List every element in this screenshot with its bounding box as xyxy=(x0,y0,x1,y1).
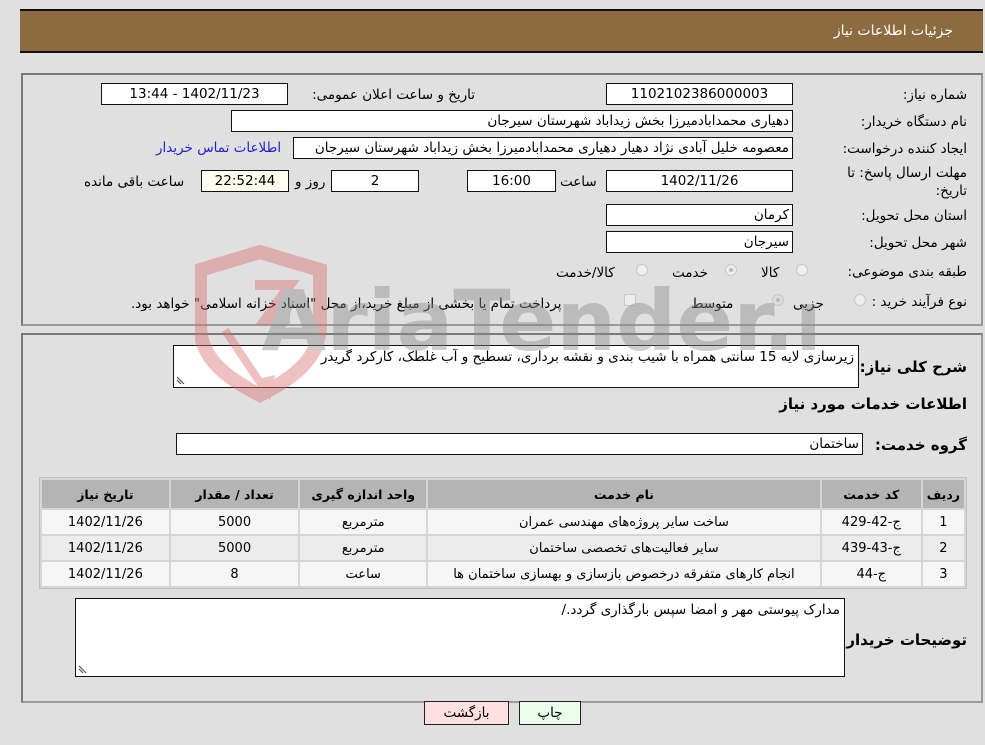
purchase-option-minor: جزیی xyxy=(793,296,824,312)
deadline-time-label: ساعت xyxy=(560,174,597,190)
column-header-need-date: تاریخ نیاز xyxy=(42,480,169,508)
resize-grip-icon[interactable] xyxy=(176,376,185,385)
announce-datetime-field[interactable]: 1402/11/23 - 13:44 xyxy=(101,83,288,105)
page-title: جزئیات اطلاعات نیاز xyxy=(833,23,953,39)
category-radio-goods-service[interactable] xyxy=(636,264,648,276)
category-radio-goods[interactable] xyxy=(796,264,808,276)
purchase-type-label: نوع فرآیند خرید : xyxy=(871,294,967,310)
cell-unit: مترمربع xyxy=(300,536,427,560)
cell-name: سایر فعالیت‌های تخصصی ساختمان xyxy=(428,536,820,560)
print-button[interactable]: چاپ xyxy=(519,701,581,725)
time-remaining-label: ساعت باقی مانده xyxy=(84,174,185,190)
buyer-notes-textarea[interactable]: مدارک پیوستی مهر و امضا سپس بارگذاری گرد… xyxy=(75,598,845,677)
column-header-code: کد خدمت xyxy=(821,480,921,508)
cell-quantity: 5000 xyxy=(170,536,299,560)
cell-row-number: 1 xyxy=(922,510,964,534)
cell-name: انجام کارهای متفرقه درخصوص بازسازی و بهس… xyxy=(428,562,820,586)
cell-code: ج-43-439 xyxy=(821,536,921,560)
city-label: شهر محل تحویل: xyxy=(869,235,967,251)
buyer-notes-label: توضیحات خریدار: xyxy=(840,631,967,649)
need-number-label: شماره نیاز: xyxy=(902,87,967,103)
buyer-org-label: نام دستگاه خریدار: xyxy=(860,114,967,130)
cell-unit: مترمربع xyxy=(300,510,427,534)
purchase-radio-medium[interactable] xyxy=(772,294,784,306)
days-remaining-field[interactable]: 2 xyxy=(331,170,419,192)
services-section-title: اطلاعات خدمات مورد نیاز xyxy=(779,395,967,413)
category-label: طبقه بندی موضوعی: xyxy=(847,264,967,280)
column-header-quantity: تعداد / مقدار xyxy=(170,480,299,508)
cell-quantity: 8 xyxy=(170,562,299,586)
cell-code: ج-44 xyxy=(821,562,921,586)
back-button[interactable]: بازگشت xyxy=(424,701,509,725)
cell-need-date: 1402/11/26 xyxy=(42,562,169,586)
category-radio-service[interactable] xyxy=(725,264,737,276)
cell-need-date: 1402/11/26 xyxy=(42,536,169,560)
cell-row-number: 2 xyxy=(922,536,964,560)
deadline-date-field[interactable]: 1402/11/26 xyxy=(606,170,793,192)
description-label: شرح کلی نیاز: xyxy=(859,358,967,376)
resize-grip-icon[interactable] xyxy=(78,665,87,674)
category-option-goods: کالا xyxy=(761,265,780,281)
deadline-time-field[interactable]: 16:00 xyxy=(467,170,556,192)
purchase-radio-minor[interactable] xyxy=(854,294,866,306)
days-label: روز و xyxy=(295,174,326,190)
province-label: استان محل تحویل: xyxy=(861,208,967,224)
cell-code: ج-42-429 xyxy=(821,510,921,534)
treasury-checkbox[interactable] xyxy=(624,294,636,306)
treasury-note: پرداخت تمام یا بخشی از مبلغ خرید،از محل … xyxy=(131,296,562,312)
deadline-label: مهلت ارسال پاسخ: تا تاریخ: xyxy=(847,165,967,199)
table-row: 1 ج-42-429 ساخت سایر پروژه‌های مهندسی عم… xyxy=(42,510,964,534)
need-number-field[interactable]: 1102102386000003 xyxy=(606,83,793,105)
buyer-notes-text: مدارک پیوستی مهر و امضا سپس بارگذاری گرد… xyxy=(561,602,840,618)
cell-unit: ساعت xyxy=(300,562,427,586)
category-option-goods-service: کالا/خدمت xyxy=(556,265,615,281)
description-text: زیرسازی لایه 15 سانتی همراه با شیب بندی … xyxy=(320,349,854,365)
requester-label: ایجاد کننده درخواست: xyxy=(842,141,967,157)
city-field[interactable]: سیرجان xyxy=(606,231,793,253)
cell-need-date: 1402/11/26 xyxy=(42,510,169,534)
services-table: ردیف کد خدمت نام خدمت واحد اندازه گیری ت… xyxy=(39,477,967,589)
announce-datetime-label: تاریخ و ساعت اعلان عمومی: xyxy=(312,87,475,103)
buyer-org-field[interactable]: دهیاری محمدابادمیرزا بخش زیداباد شهرستان… xyxy=(231,110,793,132)
table-row: 2 ج-43-439 سایر فعالیت‌های تخصصی ساختمان… xyxy=(42,536,964,560)
buyer-contact-link[interactable]: اطلاعات تماس خریدار xyxy=(156,140,281,156)
province-field[interactable]: کرمان xyxy=(606,204,793,226)
category-option-service: خدمت xyxy=(672,265,708,281)
table-row: 3 ج-44 انجام کارهای متفرقه درخصوص بازساز… xyxy=(42,562,964,586)
page-header: جزئیات اطلاعات نیاز xyxy=(20,9,983,53)
service-group-field[interactable]: ساختمان xyxy=(176,433,863,455)
service-group-label: گروه خدمت: xyxy=(874,436,967,454)
table-header-row: ردیف کد خدمت نام خدمت واحد اندازه گیری ت… xyxy=(42,480,964,508)
purchase-option-medium: متوسط xyxy=(691,296,734,312)
requester-field[interactable]: معصومه خلیل آبادی نژاد دهیار دهیاری محمد… xyxy=(293,137,793,159)
column-header-row-number: ردیف xyxy=(922,480,964,508)
cell-row-number: 3 xyxy=(922,562,964,586)
description-textarea[interactable]: زیرسازی لایه 15 سانتی همراه با شیب بندی … xyxy=(173,345,859,388)
time-remaining-field: 22:52:44 xyxy=(201,170,289,192)
cell-quantity: 5000 xyxy=(170,510,299,534)
column-header-unit: واحد اندازه گیری xyxy=(300,480,427,508)
cell-name: ساخت سایر پروژه‌های مهندسی عمران xyxy=(428,510,820,534)
column-header-name: نام خدمت xyxy=(428,480,820,508)
